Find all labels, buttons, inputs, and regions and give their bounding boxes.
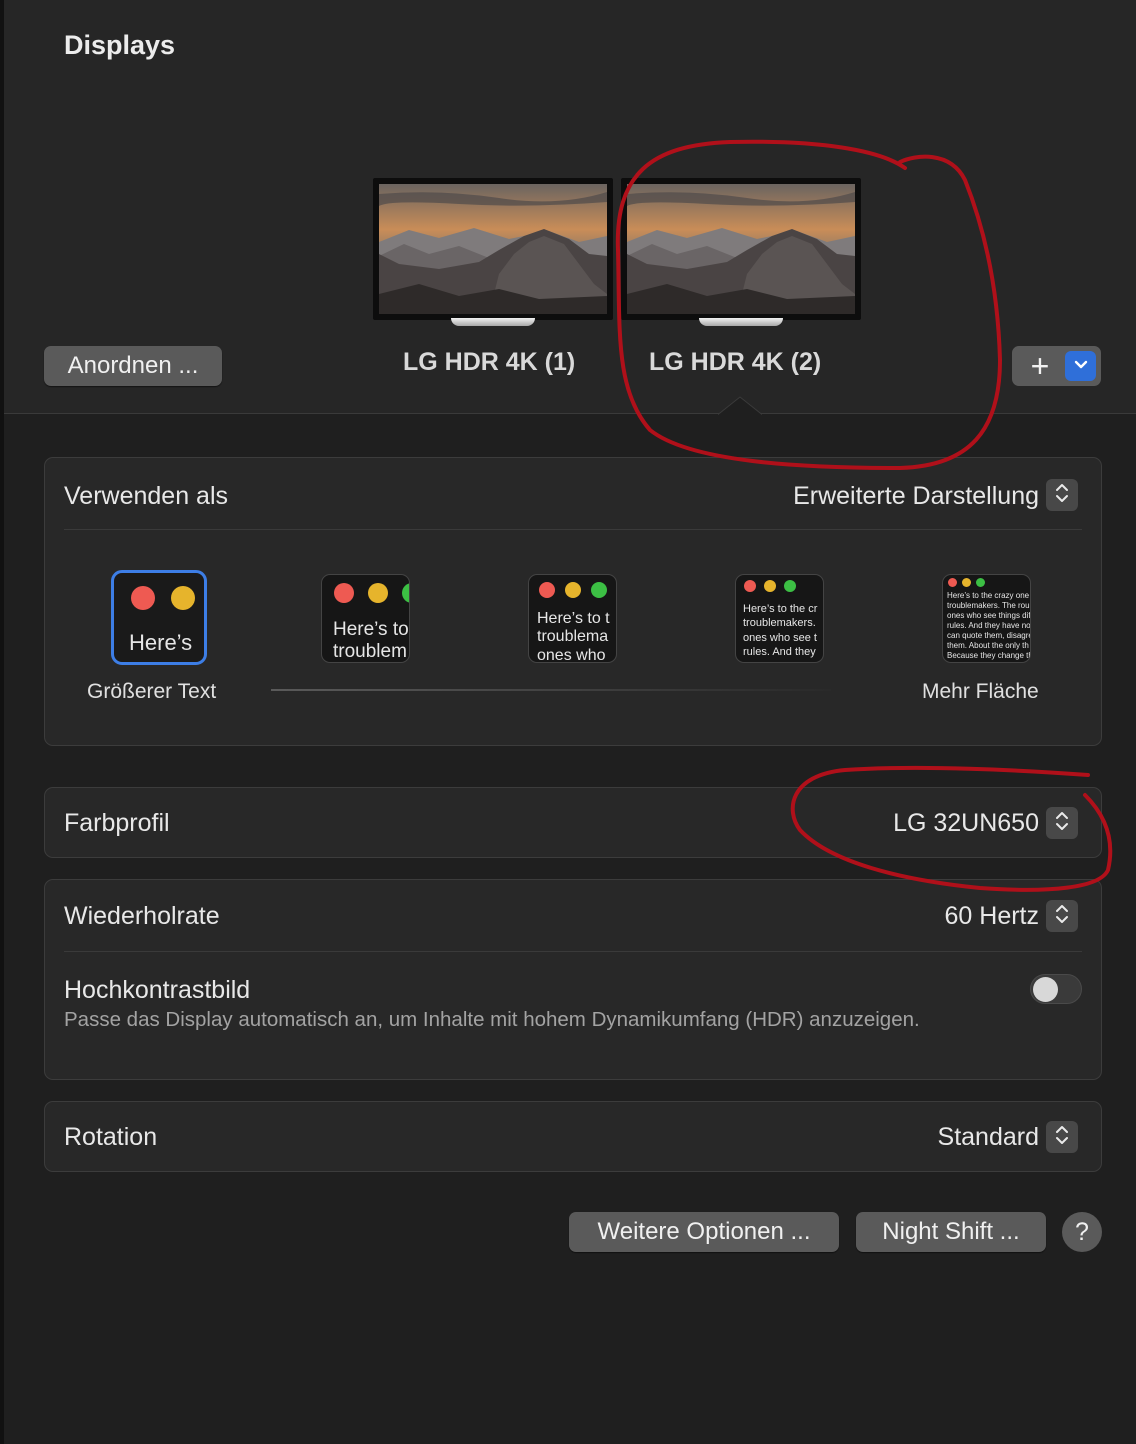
help-button[interactable]: ? <box>1062 1212 1102 1252</box>
add-display-button[interactable]: + <box>1012 346 1068 386</box>
minimize-dot-icon <box>764 580 776 592</box>
minimize-dot-icon <box>171 586 195 610</box>
resolution-preview-text: Here’s to troublem <box>333 619 409 662</box>
color-profile-stepper[interactable] <box>1046 807 1078 839</box>
display-stand <box>699 318 783 326</box>
rotation-value[interactable]: Standard <box>938 1123 1039 1152</box>
resolution-option-more-space[interactable]: Here’s to the crazy one troublemakers. T… <box>942 574 1031 663</box>
close-dot-icon <box>334 583 354 603</box>
up-down-chevron-icon <box>1055 903 1069 930</box>
rotation-panel: Rotation Standard <box>44 1101 1102 1172</box>
up-down-chevron-icon <box>1055 482 1069 509</box>
wallpaper-image <box>379 184 607 314</box>
display-thumbnail-1[interactable] <box>373 178 613 326</box>
resolution-slider-track[interactable] <box>271 689 831 691</box>
minimize-dot-icon <box>565 582 581 598</box>
refresh-rate-value[interactable]: 60 Hertz <box>945 902 1039 931</box>
resolution-preview-text: Here’s <box>129 630 193 655</box>
resolution-option-larger-text[interactable]: Here’s <box>111 570 207 665</box>
resolution-preview-text: Here’s to the cr troublemakers. ones who… <box>743 603 818 658</box>
refresh-rate-label: Wiederholrate <box>64 902 220 930</box>
display-thumbnail-2[interactable] <box>621 178 861 326</box>
more-options-button[interactable]: Weitere Optionen ... <box>569 1212 839 1252</box>
wallpaper-image <box>627 184 855 314</box>
divider <box>64 951 1082 952</box>
color-profile-label: Farbprofil <box>64 809 170 837</box>
resolution-option-3[interactable]: Here’s to t troublema ones who <box>528 574 617 663</box>
hdr-label: Hochkontrastbild <box>64 976 251 1004</box>
display-screen <box>621 178 861 320</box>
toggle-knob <box>1033 977 1058 1002</box>
minimize-dot-icon <box>368 583 388 603</box>
display-screen <box>373 178 613 320</box>
minimize-dot-icon <box>962 578 971 587</box>
resolution-preview-text: Here’s to the crazy one troublemakers. T… <box>947 591 1031 660</box>
color-profile-value[interactable]: LG 32UN650 <box>893 809 1039 838</box>
rotation-stepper[interactable] <box>1046 1121 1078 1153</box>
chevron-down-icon <box>1074 357 1088 375</box>
display-label-1[interactable]: LG HDR 4K (1) <box>403 348 575 377</box>
hdr-description: Passe das Display automatisch an, um Inh… <box>64 1008 920 1031</box>
use-as-stepper[interactable] <box>1046 479 1078 511</box>
up-down-chevron-icon <box>1055 1124 1069 1151</box>
maximize-dot-icon <box>976 578 985 587</box>
selected-display-pointer <box>718 396 762 415</box>
more-space-caption: Mehr Fläche <box>922 680 1039 703</box>
add-display-group: + <box>1012 346 1101 386</box>
refresh-hdr-panel: Wiederholrate 60 Hertz Hochkontrastbild … <box>44 879 1102 1080</box>
divider <box>64 529 1082 530</box>
close-dot-icon <box>539 582 555 598</box>
display-stand <box>451 318 535 326</box>
use-as-label: Verwenden als <box>64 482 229 510</box>
maximize-dot-icon <box>784 580 796 592</box>
hdr-toggle[interactable] <box>1030 974 1082 1004</box>
refresh-rate-stepper[interactable] <box>1046 900 1078 932</box>
close-dot-icon <box>131 586 155 610</box>
arrange-button[interactable]: Anordnen ... <box>44 346 222 386</box>
maximize-dot-icon <box>591 582 607 598</box>
larger-text-caption: Größerer Text <box>87 680 217 703</box>
display-label-2[interactable]: LG HDR 4K (2) <box>649 348 821 377</box>
night-shift-button[interactable]: Night Shift ... <box>856 1212 1046 1252</box>
rotation-label: Rotation <box>64 1123 158 1151</box>
close-dot-icon <box>948 578 957 587</box>
use-as-value[interactable]: Erweiterte Darstellung <box>793 482 1039 511</box>
up-down-chevron-icon <box>1055 810 1069 837</box>
resolution-option-4[interactable]: Here’s to the cr troublemakers. ones who… <box>735 574 824 663</box>
resolution-option-2[interactable]: Here’s to troublem <box>321 574 410 663</box>
maximize-dot-icon <box>402 583 409 603</box>
color-profile-panel: Farbprofil LG 32UN650 <box>44 787 1102 858</box>
add-display-menu-button[interactable] <box>1065 351 1096 381</box>
close-dot-icon <box>744 580 756 592</box>
resolution-preview-text: Here’s to t troublema ones who <box>537 610 610 663</box>
page-title: Displays <box>64 30 176 60</box>
